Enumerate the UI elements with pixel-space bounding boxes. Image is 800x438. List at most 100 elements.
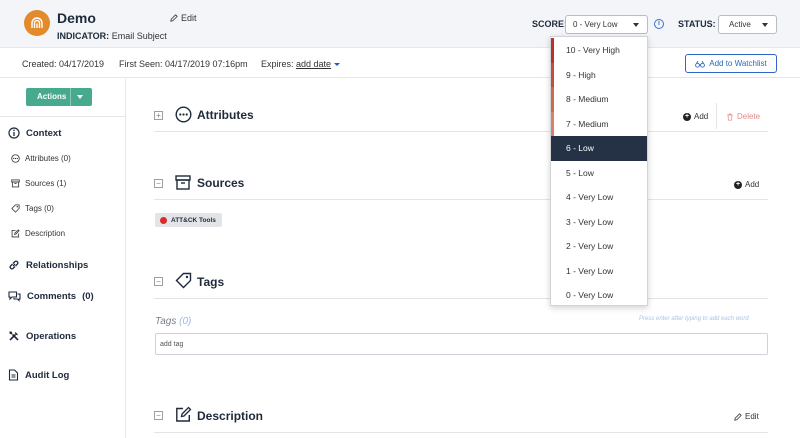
- section-divider: [154, 199, 768, 200]
- add-attribute-button[interactable]: + Add: [683, 112, 708, 121]
- score-option-label: 2 - Very Low: [566, 241, 614, 252]
- sidebar-item-label: Tags (0): [25, 204, 54, 213]
- section-divider: [154, 298, 768, 299]
- source-status-dot: [160, 216, 167, 224]
- edit-title-button[interactable]: Edit: [170, 13, 197, 23]
- source-chip[interactable]: ATT&CK Tools: [155, 213, 222, 227]
- tag-input[interactable]: add tag: [155, 333, 768, 355]
- sidebar-item-label: Sources (1): [25, 179, 67, 188]
- sidebar-item-attributes[interactable]: Attributes (0): [11, 154, 71, 163]
- score-dropdown-menu: 10 - Very High 9 - High 8 - Medium 7 - Medi…: [550, 36, 648, 306]
- document-icon: [8, 369, 19, 381]
- sidebar-item-relationships[interactable]: Relationships: [8, 259, 88, 271]
- score-option[interactable]: 1 - Very Low: [551, 259, 647, 284]
- sidebar-item-tags[interactable]: Tags (0): [11, 204, 54, 213]
- info-icon[interactable]: i: [654, 19, 664, 29]
- sidebar-item-description[interactable]: Description: [11, 229, 65, 238]
- chevron-down-icon: [633, 23, 639, 27]
- first-seen-date: First Seen: 04/17/2019 07:16pm: [119, 59, 248, 69]
- status-label: STATUS:: [678, 19, 716, 29]
- score-select[interactable]: 0 - Very Low: [565, 15, 648, 34]
- sidebar-item-label: Attributes (0): [25, 154, 71, 163]
- indicator-type-label: INDICATOR:: [57, 31, 110, 41]
- plus-circle-icon: +: [683, 112, 691, 121]
- pencil-icon: [734, 412, 742, 421]
- score-select-value: 0 - Very Low: [573, 20, 618, 29]
- sidebar: Actions Context Attributes (0) Sources (…: [0, 79, 126, 438]
- binoculars-icon: [695, 60, 706, 68]
- more-circle-icon: [11, 154, 20, 163]
- add-to-watchlist-button[interactable]: Add to Watchlist: [685, 54, 777, 73]
- tags-field-label-text: Tags: [155, 316, 177, 327]
- score-severity-bar: [551, 87, 554, 112]
- chevron-down-icon[interactable]: [334, 63, 341, 67]
- sources-collapse-toggle[interactable]: −: [154, 179, 163, 188]
- comments-count: (0): [82, 290, 94, 302]
- score-option[interactable]: 0 - Very Low: [551, 283, 647, 308]
- tags-collapse-toggle[interactable]: −: [154, 277, 163, 286]
- add-source-button[interactable]: + Add: [734, 180, 759, 189]
- score-option[interactable]: 6 - Low: [551, 136, 647, 161]
- score-option-label: 8 - Medium: [566, 94, 609, 105]
- indicator-type-value: Email Subject: [111, 31, 167, 41]
- score-option[interactable]: 10 - Very High: [551, 38, 647, 63]
- score-option[interactable]: 4 - Very Low: [551, 185, 647, 210]
- score-option[interactable]: 3 - Very Low: [551, 210, 647, 235]
- tags-section-title: Tags: [197, 275, 225, 289]
- score-option[interactable]: 2 - Very Low: [551, 234, 647, 259]
- tools-icon: [9, 331, 19, 341]
- pencil-icon: [170, 14, 178, 22]
- status-select-value: Active: [729, 20, 751, 29]
- edit-title-label: Edit: [181, 13, 197, 23]
- score-option[interactable]: 9 - High: [551, 62, 647, 87]
- source-chip-label: ATT&CK Tools: [171, 216, 216, 224]
- link-icon: [9, 260, 19, 270]
- add-date-link[interactable]: add date: [296, 59, 331, 69]
- add-attribute-label: Add: [694, 112, 709, 121]
- score-option[interactable]: 8 - Medium: [551, 87, 647, 112]
- sidebar-item-comments[interactable]: Comments (0): [8, 290, 94, 302]
- description-collapse-toggle[interactable]: −: [154, 411, 163, 420]
- attributes-section-title: Attributes: [197, 108, 254, 122]
- indicator-logo-icon: [24, 10, 50, 36]
- section-divider: [154, 432, 768, 433]
- sidebar-item-label: Context: [26, 127, 62, 139]
- sidebar-item-label: Description: [25, 229, 66, 238]
- status-select[interactable]: Active: [718, 15, 777, 34]
- tag-icon: [11, 204, 20, 213]
- score-option-label: 0 - Very Low: [566, 290, 614, 301]
- score-option-label: 5 - Low: [566, 167, 594, 178]
- delete-attribute-button[interactable]: Delete: [726, 112, 760, 121]
- sidebar-item-sources[interactable]: Sources (1): [11, 179, 66, 188]
- edit-square-icon: [11, 229, 20, 238]
- score-option-label: 6 - Low: [566, 143, 594, 154]
- sidebar-divider: [0, 116, 126, 117]
- score-severity-bar: [551, 111, 554, 136]
- edit-description-button[interactable]: Edit: [734, 412, 759, 421]
- score-option-label: 1 - Very Low: [566, 265, 614, 276]
- sidebar-item-context[interactable]: Context: [8, 127, 61, 139]
- edit-square-icon: [176, 406, 192, 422]
- chevron-down-icon[interactable]: [77, 95, 83, 99]
- score-severity-bar: [551, 62, 554, 87]
- plus-circle-icon: +: [734, 180, 742, 189]
- score-option-label: 7 - Medium: [566, 118, 609, 129]
- chevron-down-icon: [762, 23, 768, 27]
- sidebar-item-label: Comments: [27, 290, 77, 302]
- attributes-expand-toggle[interactable]: +: [154, 111, 163, 120]
- trash-icon: [727, 113, 733, 121]
- add-to-watchlist-label: Add to Watchlist: [709, 59, 767, 68]
- created-date: Created: 04/17/2019: [22, 59, 105, 69]
- edit-description-label: Edit: [745, 412, 759, 421]
- sidebar-item-operations[interactable]: Operations: [8, 330, 76, 342]
- archive-icon: [175, 175, 191, 190]
- sidebar-item-audit-log[interactable]: Audit Log: [8, 369, 69, 381]
- indicator-header: Demo Edit INDICATOR: Email Subject SCORE…: [0, 0, 800, 48]
- indicator-type: INDICATOR: Email Subject: [57, 31, 167, 41]
- score-option-label: 9 - High: [566, 69, 596, 80]
- score-option[interactable]: 7 - Medium: [551, 111, 647, 136]
- score-option[interactable]: 5 - Low: [551, 161, 647, 186]
- actions-button[interactable]: Actions: [26, 88, 92, 106]
- comments-icon: [8, 291, 21, 302]
- add-source-label: Add: [745, 180, 760, 189]
